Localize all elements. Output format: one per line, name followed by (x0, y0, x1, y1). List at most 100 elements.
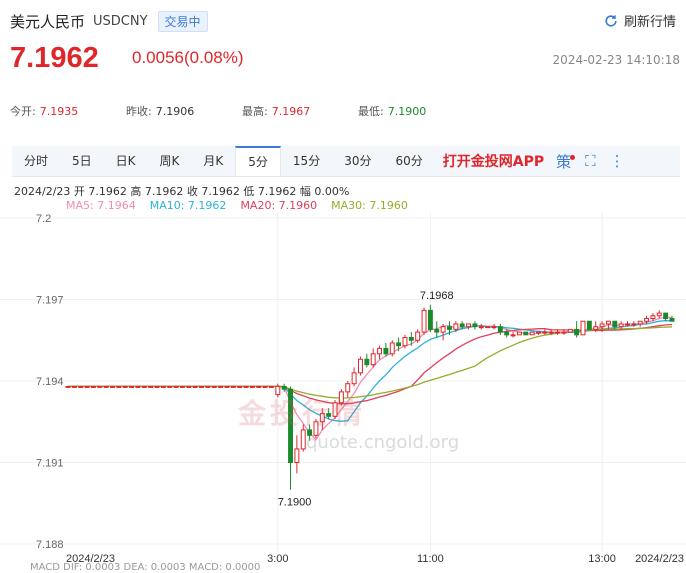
candle-body (593, 326, 599, 330)
refresh-icon (605, 14, 617, 27)
candle-body (434, 328, 440, 333)
candle-body (516, 331, 522, 336)
candle-body (122, 385, 128, 388)
candle-body (211, 385, 217, 388)
quote-timestamp: 2024-02-23 14:10:18 (552, 53, 680, 67)
candle-body (65, 385, 71, 388)
candle-body (160, 385, 166, 388)
candle-body (103, 385, 109, 388)
candle-body (332, 402, 338, 417)
candle-body (370, 353, 376, 366)
x-tick-label: 11:00 (417, 553, 444, 565)
ma10-legend: MA10: 7.1962 (149, 199, 227, 212)
refresh-label: 刷新行情 (623, 15, 676, 30)
candle-body (548, 331, 554, 334)
candle-body (669, 318, 675, 322)
candle-body (637, 320, 643, 325)
candle-body (129, 385, 135, 388)
tab-30min[interactable]: 30分 (332, 146, 383, 176)
price-stats: 今开: 7.1935 昨收: 7.1906 最高: 7.1967 最低: 7.1900 (10, 103, 474, 119)
candle-body (357, 358, 363, 374)
candle-body (586, 320, 592, 330)
instrument-code: USDCNY (93, 13, 148, 29)
candle-body (167, 385, 173, 388)
ma5-legend: MA5: 7.1964 (66, 199, 136, 212)
candle-body (243, 385, 249, 388)
tab-weekly-k[interactable]: 周K (148, 146, 192, 176)
tab-timeshare[interactable]: 分时 (12, 146, 60, 176)
ma5-line (68, 316, 672, 441)
candle-body (536, 331, 541, 334)
candle-body (351, 372, 357, 385)
y-tick-label: 7.188 (36, 539, 64, 551)
candle-body (84, 385, 90, 388)
open-app-link[interactable]: 打开金投网APP (443, 151, 544, 171)
candle-body (656, 312, 662, 317)
y-tick-label: 7.197 (36, 295, 64, 307)
tab-daily-k[interactable]: 日K (104, 146, 148, 176)
trading-status-badge: 交易中 (157, 10, 208, 32)
candle-body (300, 429, 306, 450)
candle-body (179, 385, 185, 388)
candle-body (383, 347, 389, 355)
candle-body (377, 347, 383, 355)
candle-body (510, 334, 516, 337)
candle-body (580, 320, 586, 336)
candle-body (542, 331, 548, 334)
candle-body (154, 385, 160, 388)
x-tick-label: 13:00 (588, 553, 616, 565)
candle-body (466, 323, 472, 328)
candle-body (116, 385, 122, 388)
tab-monthly-k[interactable]: 月K (191, 146, 235, 176)
candle-body (338, 391, 344, 404)
candlestick-chart[interactable]: 7.2 7.197 7.194 7.191 7.188 2024/2/23 3:00 11:0… (0, 212, 686, 569)
candle-body (268, 385, 274, 388)
stat-low: 最低: 7.1900 (358, 105, 427, 118)
fullscreen-icon[interactable]: ⛶ (585, 152, 596, 170)
candle-body (440, 326, 446, 333)
candle-body (574, 328, 580, 336)
ohlc-readout: 2024/2/23 开 7.1962 高 7.1962 收 7.1962 低 7… (14, 185, 350, 198)
candle-body (567, 328, 573, 333)
candle-body (148, 385, 154, 388)
candle-body (192, 385, 198, 388)
candle-body (135, 385, 141, 388)
candle-body (307, 429, 313, 436)
more-menu-icon[interactable]: ⋮ (610, 152, 625, 170)
candle-body (491, 326, 497, 329)
refresh-button[interactable]: 刷新行情 (604, 11, 676, 30)
tab-60min[interactable]: 60分 (383, 146, 434, 176)
tab-5min[interactable]: 5分 (235, 146, 281, 176)
last-price: 7.1962 (10, 42, 99, 74)
candle-body (497, 326, 503, 333)
candle-body (288, 388, 293, 463)
candle-body (427, 309, 433, 330)
candle-body (205, 385, 211, 388)
y-tick-label: 7.194 (36, 376, 64, 388)
candle-body (453, 323, 459, 330)
tab-15min[interactable]: 15分 (281, 146, 332, 176)
candle-body (256, 385, 262, 388)
candle-body (71, 385, 77, 388)
candle-body (345, 383, 351, 393)
x-tick-label: 2024/2/23 (635, 553, 684, 565)
tab-5day[interactable]: 5日 (60, 146, 104, 176)
stat-prev-close: 昨收: 7.1906 (126, 105, 195, 118)
candle-body (97, 385, 103, 388)
strategy-button[interactable]: 策 (556, 151, 576, 172)
candle-body (523, 331, 529, 336)
candle-body (599, 323, 605, 328)
candle-body (389, 342, 395, 355)
candle-body (447, 326, 452, 330)
low-value-label: 7.1900 (278, 497, 312, 509)
candle-body (631, 323, 637, 326)
candle-body (275, 385, 281, 396)
candle-body (326, 413, 332, 417)
macd-partial-readout: MACD DIF: 0.0003 DEA: 0.0003 MACD: 0.000… (30, 562, 261, 573)
candle-body (141, 385, 147, 388)
candle-body (618, 323, 624, 328)
stat-high: 最高: 7.1967 (242, 105, 311, 118)
ma30-legend: MA30: 7.1960 (331, 199, 408, 212)
candle-body (650, 315, 656, 320)
candle-body (364, 358, 370, 366)
